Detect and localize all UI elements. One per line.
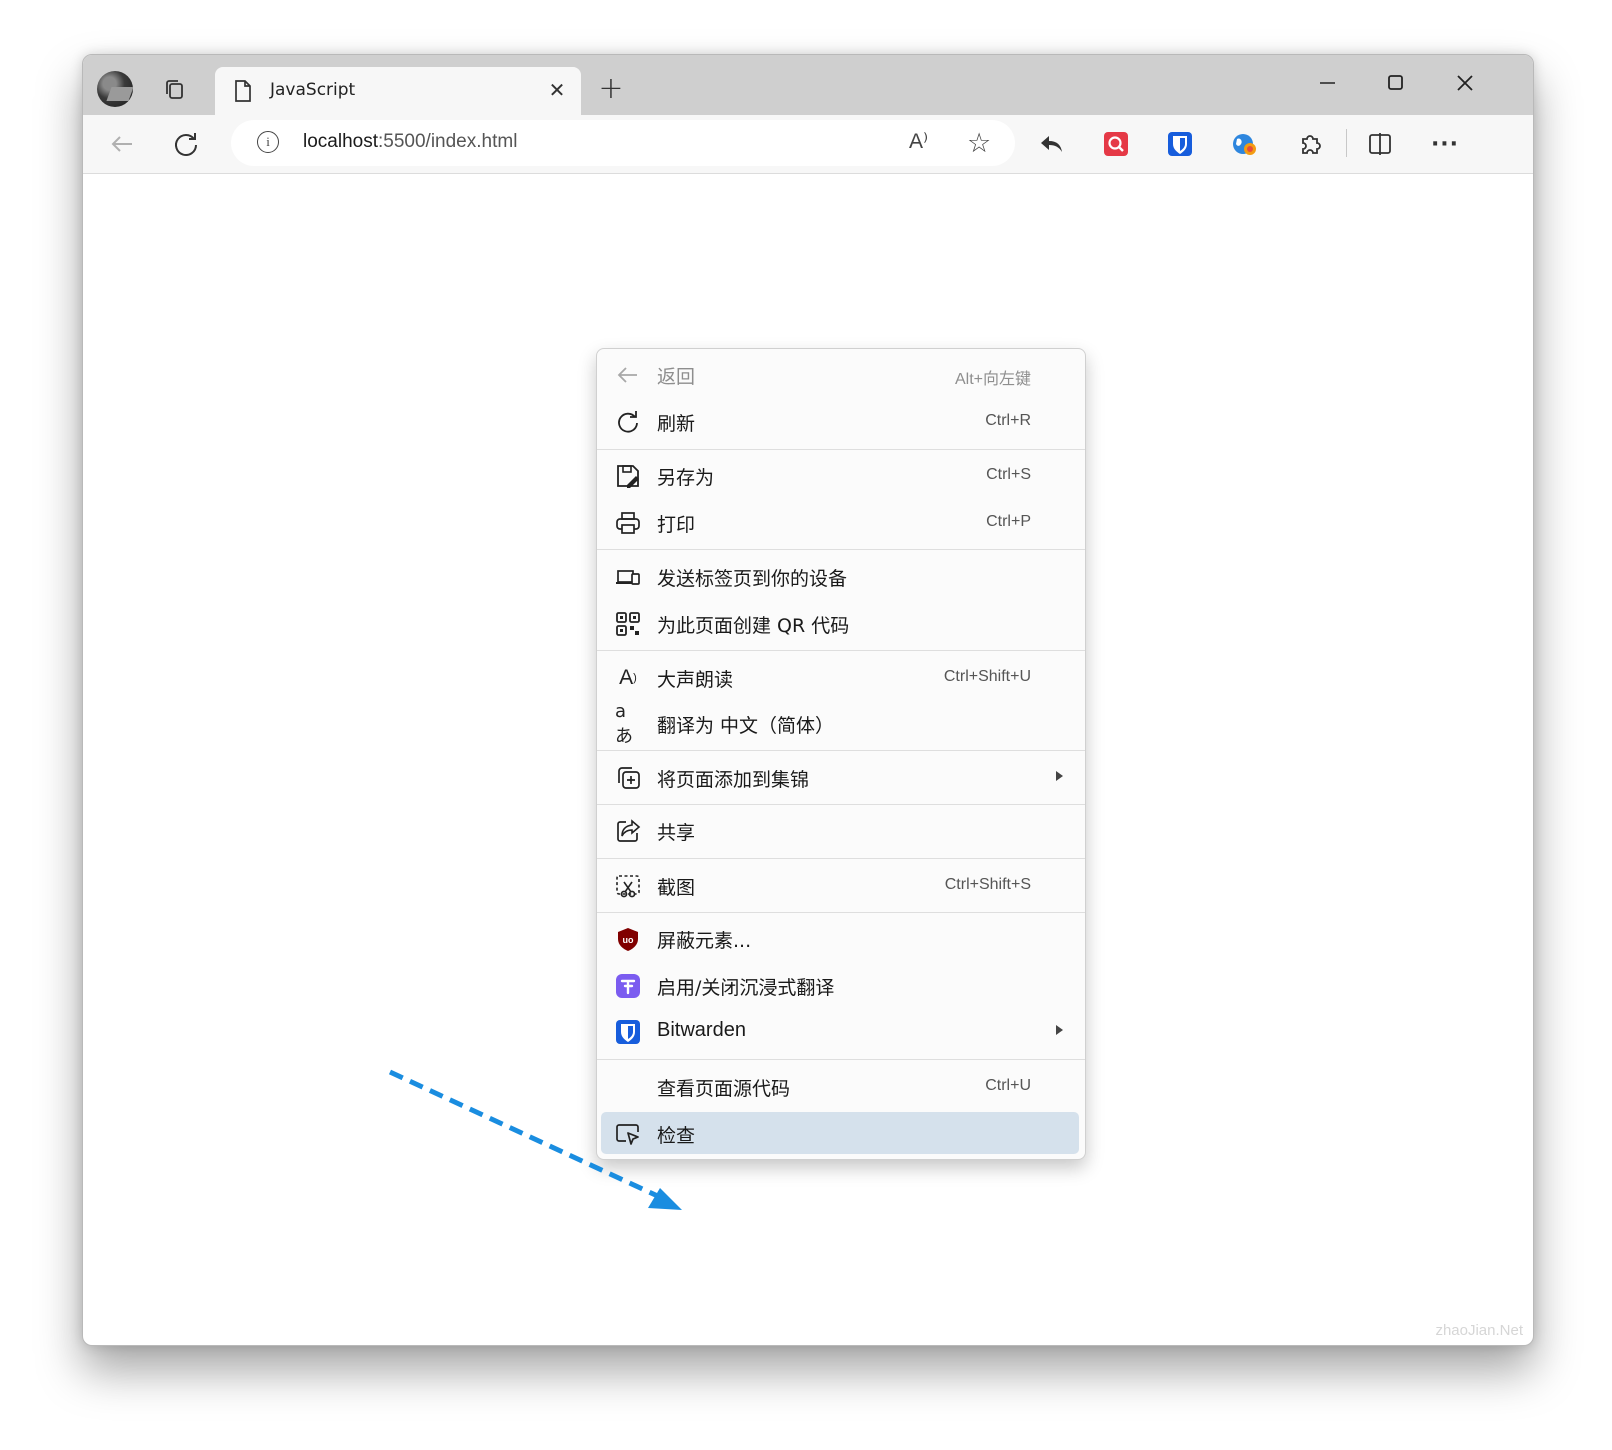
- read-aloud-icon[interactable]: A⁾: [909, 129, 928, 154]
- menu-item-inspect[interactable]: 检查: [601, 1112, 1079, 1154]
- menu-item-shortcut: Ctrl+U: [985, 1077, 1031, 1094]
- menu-item-label: 查看页面源代码: [657, 1078, 791, 1100]
- svg-text:uo: uo: [623, 935, 634, 945]
- menu-item-translate[interactable]: aあ 翻译为 中文（简体）: [601, 700, 1079, 747]
- menu-item-shortcut: Ctrl+R: [985, 412, 1031, 429]
- menu-item-label: 启用/关闭沉浸式翻译: [657, 977, 835, 999]
- collections-add-icon: [618, 767, 640, 789]
- watermark: zhaoJian.Net: [1435, 1322, 1523, 1339]
- menu-divider: [597, 549, 1085, 550]
- menu-item-label: 大声朗读: [657, 669, 734, 691]
- translate-icon: aあ: [615, 700, 633, 747]
- share-icon: [617, 819, 641, 842]
- ublock-icon: uo: [618, 928, 638, 951]
- workspaces-icon[interactable]: [163, 78, 185, 100]
- menu-divider: [597, 650, 1085, 651]
- menu-item-label: 打印: [657, 514, 696, 536]
- back-arrow-icon[interactable]: [105, 127, 139, 161]
- tab-title: JavaScript: [270, 80, 356, 100]
- menu-item-read-aloud[interactable]: A) 大声朗读 Ctrl+Shift+U: [601, 656, 1079, 698]
- menu-divider: [597, 750, 1085, 751]
- menu-item-screenshot[interactable]: 截图 Ctrl+Shift+S: [601, 864, 1079, 906]
- refresh-icon: [618, 411, 638, 433]
- menu-item-label: 返回: [657, 366, 696, 388]
- extensions-icon[interactable]: [1293, 127, 1327, 161]
- bitwarden-icon[interactable]: [1163, 127, 1197, 161]
- close-window-button[interactable]: [1445, 69, 1485, 97]
- search-extension-icon[interactable]: [1099, 127, 1133, 161]
- page-icon: [235, 80, 251, 102]
- bitwarden-icon: [616, 1020, 640, 1044]
- minimize-button[interactable]: [1308, 69, 1348, 97]
- menu-item-back[interactable]: 返回 Alt+向左键: [601, 353, 1079, 395]
- screenshot-icon: [616, 875, 640, 898]
- site-info-icon[interactable]: i: [257, 131, 279, 153]
- qr-code-icon: [616, 612, 640, 636]
- refresh-icon[interactable]: [169, 127, 203, 161]
- menu-item-label: Bitwarden: [657, 1019, 746, 1041]
- url-path: :5500/index.html: [378, 131, 518, 152]
- menu-item-label: 刷新: [657, 413, 696, 435]
- profile-avatar[interactable]: [97, 71, 133, 107]
- send-to-device-icon: [616, 570, 640, 585]
- new-tab-button[interactable]: +: [597, 74, 625, 104]
- menu-item-label: 截图: [657, 877, 696, 899]
- menu-divider: [597, 912, 1085, 913]
- menu-item-save-as[interactable]: 另存为 Ctrl+S: [601, 454, 1079, 496]
- url-host: localhost: [303, 131, 378, 152]
- more-icon[interactable]: ···: [1428, 127, 1462, 161]
- menu-item-label: 共享: [657, 822, 696, 844]
- menu-item-label: 发送标签页到你的设备: [657, 568, 848, 590]
- immersive-translate-icon: [616, 974, 640, 998]
- printer-icon: [616, 512, 640, 534]
- menu-item-share[interactable]: 共享: [601, 809, 1079, 851]
- toolbar: i localhost:5500/index.html A⁾ ☆ ···: [83, 115, 1533, 174]
- menu-item-bitwarden[interactable]: Bitwarden: [601, 1010, 1079, 1052]
- tab-active[interactable]: JavaScript ✕: [215, 67, 581, 115]
- read-aloud-icon: A): [619, 666, 637, 689]
- menu-item-label: 屏蔽元素...: [657, 930, 752, 952]
- translate-extension-icon[interactable]: [1228, 127, 1262, 161]
- menu-item-qr-code[interactable]: 为此页面创建 QR 代码: [601, 602, 1079, 644]
- tab-strip: JavaScript ✕ +: [83, 55, 1533, 115]
- menu-item-shortcut: Alt+向左键: [954, 371, 1031, 388]
- menu-divider: [597, 1059, 1085, 1060]
- toolbar-separator: [1346, 129, 1347, 157]
- url-text[interactable]: localhost:5500/index.html: [303, 131, 517, 153]
- tab-close-button[interactable]: ✕: [545, 78, 569, 102]
- menu-item-shortcut: Ctrl+P: [986, 513, 1031, 530]
- save-as-icon: [617, 465, 639, 488]
- menu-item-label: 检查: [657, 1125, 696, 1147]
- menu-item-view-source[interactable]: 查看页面源代码 Ctrl+U: [601, 1065, 1079, 1107]
- submenu-arrow-icon: [1056, 1025, 1063, 1035]
- menu-item-refresh[interactable]: 刷新 Ctrl+R: [601, 400, 1079, 442]
- menu-item-label: 翻译为 中文（简体）: [657, 715, 835, 737]
- inspect-icon: [616, 1124, 639, 1145]
- submenu-arrow-icon: [1056, 771, 1063, 781]
- split-screen-icon[interactable]: [1363, 127, 1397, 161]
- menu-item-shortcut: Ctrl+Shift+S: [944, 876, 1031, 893]
- menu-item-shortcut: Ctrl+Shift+U: [943, 668, 1031, 685]
- context-menu: 返回 Alt+向左键 刷新 Ctrl+R 另存为 Ctrl+S 打印 Ctrl+…: [596, 348, 1086, 1160]
- maximize-button[interactable]: [1376, 69, 1416, 97]
- menu-item-block-element[interactable]: uo 屏蔽元素...: [601, 917, 1079, 959]
- menu-item-print[interactable]: 打印 Ctrl+P: [601, 501, 1079, 543]
- menu-item-label: 为此页面创建 QR 代码: [657, 615, 850, 637]
- menu-item-shortcut: Ctrl+S: [986, 466, 1031, 483]
- menu-item-immersive-translate[interactable]: 启用/关闭沉浸式翻译: [601, 964, 1079, 1006]
- menu-item-label: 将页面添加到集锦: [657, 769, 810, 791]
- menu-item-label: 另存为: [657, 467, 715, 489]
- menu-item-add-to-collections[interactable]: 将页面添加到集锦: [601, 756, 1079, 798]
- address-bar[interactable]: i localhost:5500/index.html A⁾ ☆: [231, 120, 1015, 166]
- menu-item-send-to-device[interactable]: 发送标签页到你的设备: [601, 555, 1079, 597]
- back-arrow-icon: [617, 367, 637, 383]
- menu-divider: [597, 858, 1085, 859]
- reply-icon[interactable]: [1035, 127, 1069, 161]
- favorite-star-icon[interactable]: ☆: [967, 128, 991, 159]
- menu-divider: [597, 449, 1085, 450]
- menu-divider: [597, 804, 1085, 805]
